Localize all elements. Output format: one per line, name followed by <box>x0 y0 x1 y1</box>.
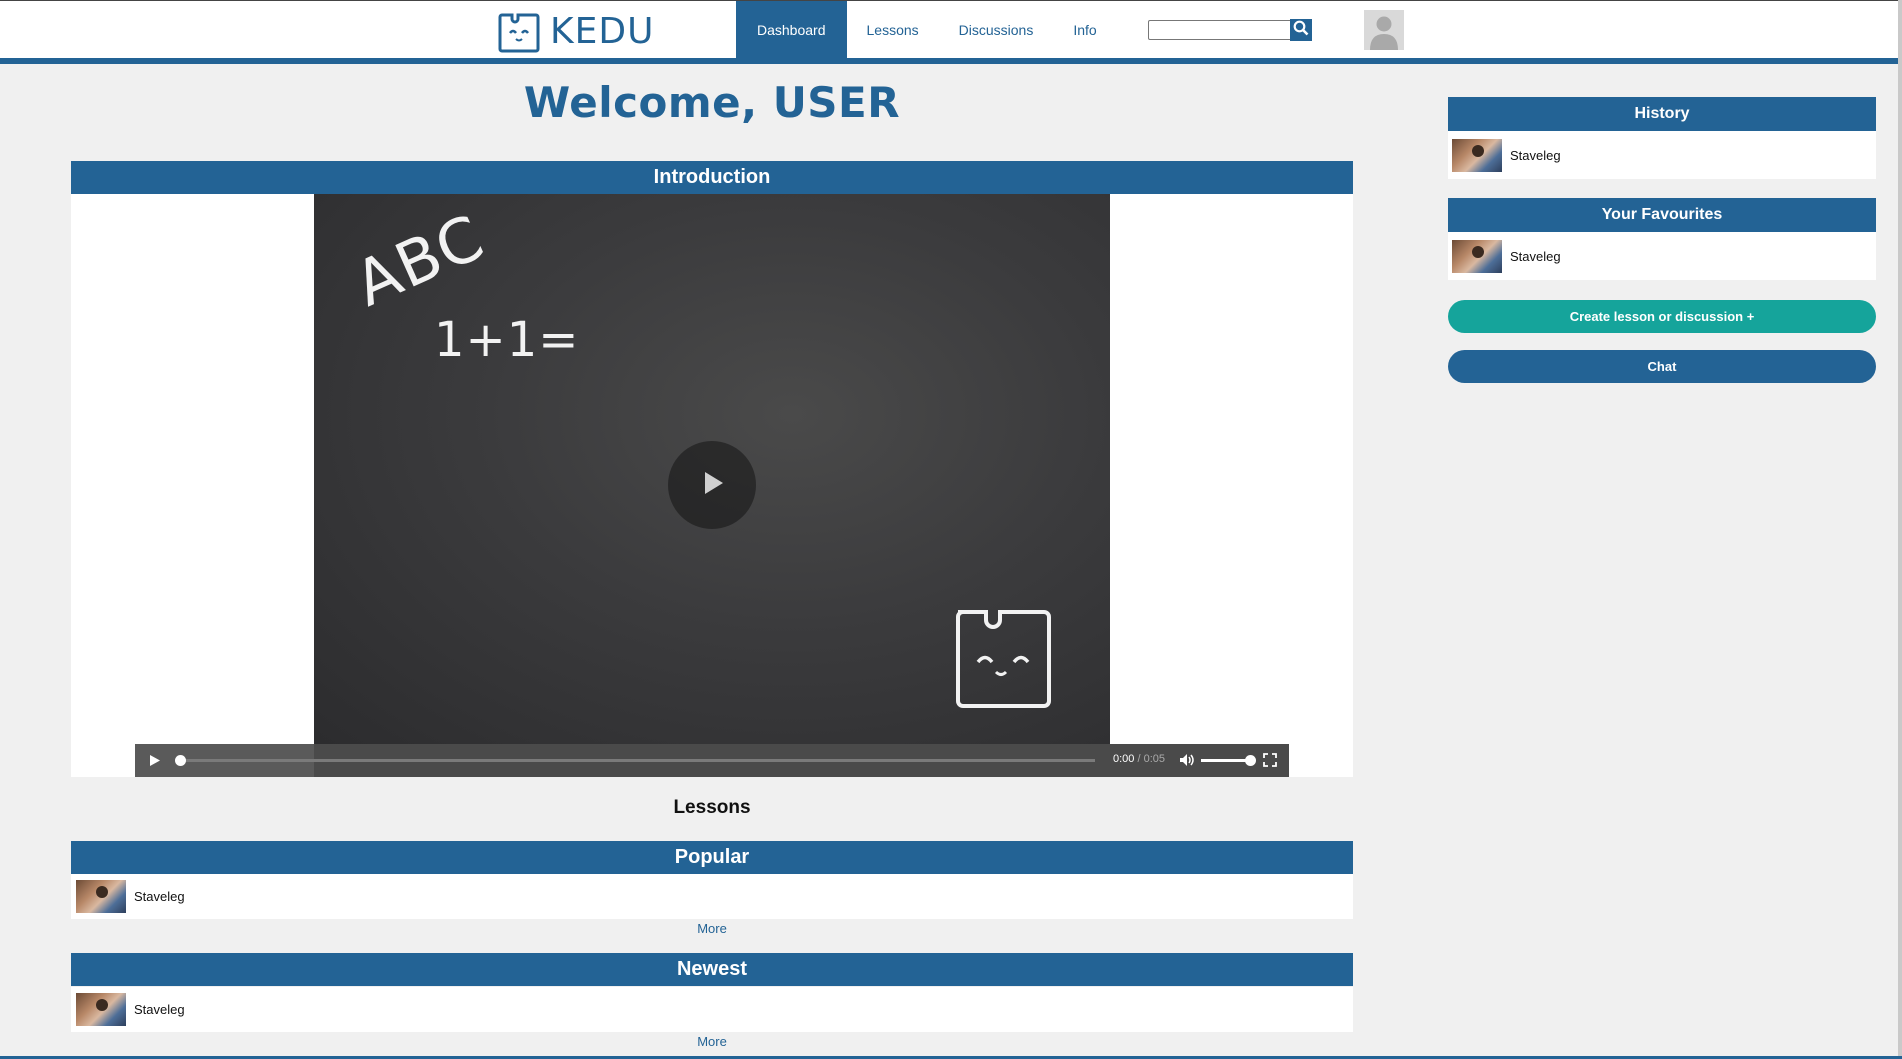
intro-video-panel: ABC 1+1= 0:00 / 0:05 <box>71 194 1353 777</box>
top-navigation-bar: KEDU Dashboard Lessons Discussions Info <box>0 0 1902 64</box>
brand-logo[interactable]: KEDU <box>498 7 654 55</box>
volume-slider[interactable] <box>1201 759 1249 762</box>
create-lesson-button[interactable]: Create lesson or discussion + <box>1448 300 1876 333</box>
play-button-icon[interactable] <box>149 754 161 772</box>
search-icon <box>1293 20 1309 41</box>
nav-lessons[interactable]: Lessons <box>847 1 939 59</box>
nav-dashboard[interactable]: Dashboard <box>736 1 847 59</box>
popular-header: Popular <box>71 841 1353 874</box>
chalk-math-text: 1+1= <box>434 312 580 368</box>
volume-handle[interactable] <box>1245 755 1256 766</box>
page-scrollbar[interactable] <box>1898 0 1902 1059</box>
video-time: 0:00 / 0:05 <box>1113 753 1165 765</box>
lesson-thumbnail <box>76 880 126 913</box>
video-controls: 0:00 / 0:05 <box>135 744 1289 777</box>
search-input[interactable] <box>1148 20 1292 40</box>
lesson-title: Staveleg <box>1510 248 1561 264</box>
newest-list-item[interactable]: Staveleg <box>71 987 1353 1032</box>
newest-header: Newest <box>71 953 1353 986</box>
lesson-thumbnail <box>76 993 126 1026</box>
video-player[interactable]: ABC 1+1= <box>314 194 1110 744</box>
page-title: Welcome, USER <box>523 78 901 127</box>
lesson-thumbnail <box>1452 239 1502 273</box>
popular-list-item[interactable]: Staveleg <box>71 874 1353 919</box>
nav-discussions[interactable]: Discussions <box>939 1 1054 59</box>
newest-more-link[interactable]: More <box>71 1034 1353 1049</box>
favourites-list-item[interactable]: Staveleg <box>1448 232 1876 280</box>
introduction-header: Introduction <box>71 161 1353 194</box>
chat-button[interactable]: Chat <box>1448 350 1876 383</box>
play-icon <box>697 468 727 503</box>
lesson-thumbnail <box>1452 138 1502 172</box>
play-overlay-button[interactable] <box>668 441 756 529</box>
video-progress-bar[interactable] <box>179 759 1095 762</box>
user-avatar-icon[interactable] <box>1364 10 1404 50</box>
time-separator: / <box>1134 753 1144 765</box>
history-list-item[interactable]: Staveleg <box>1448 131 1876 179</box>
current-time: 0:00 <box>1113 753 1135 765</box>
lesson-title: Staveleg <box>134 1002 185 1017</box>
progress-handle[interactable] <box>175 755 186 766</box>
volume-icon[interactable] <box>1179 753 1195 772</box>
lesson-title: Staveleg <box>134 889 185 904</box>
main-nav: Dashboard Lessons Discussions Info <box>736 1 1117 59</box>
duration: 0:05 <box>1143 753 1166 765</box>
search-bar <box>1148 19 1312 41</box>
chalk-abc-text: ABC <box>344 199 496 321</box>
chalk-mascot-icon <box>950 604 1060 719</box>
lessons-heading: Lessons <box>673 797 751 818</box>
nav-info[interactable]: Info <box>1053 1 1116 59</box>
kedu-mascot-icon <box>498 9 540 53</box>
search-button[interactable] <box>1290 19 1312 41</box>
favourites-header: Your Favourites <box>1448 198 1876 232</box>
lesson-title: Staveleg <box>1510 147 1561 163</box>
history-header: History <box>1448 97 1876 131</box>
popular-more-link[interactable]: More <box>71 921 1353 936</box>
brand-name: KEDU <box>550 10 655 52</box>
fullscreen-icon[interactable] <box>1263 753 1277 772</box>
